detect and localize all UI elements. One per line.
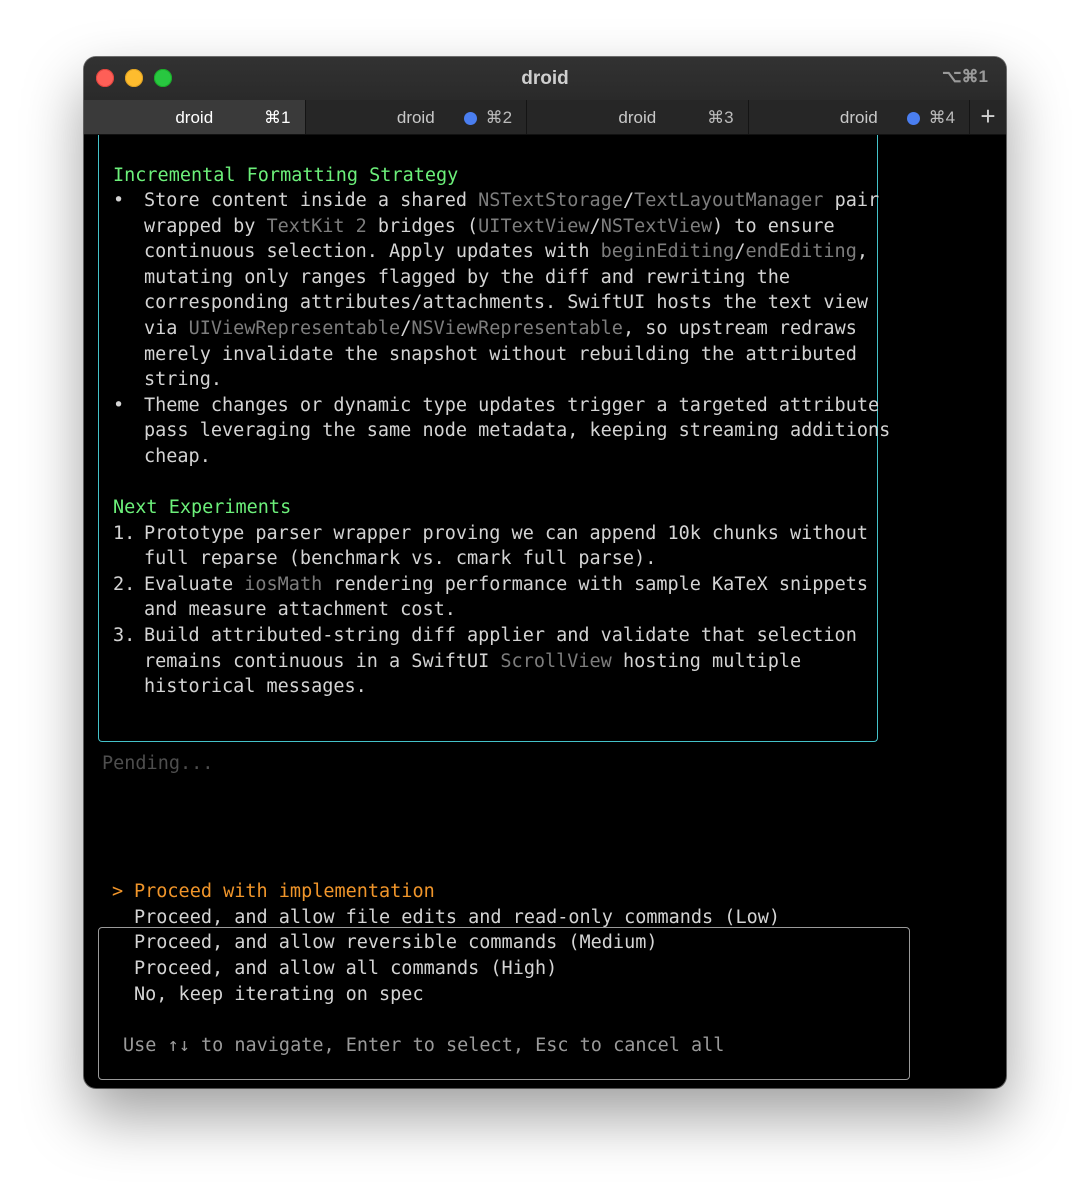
close-button[interactable]: [96, 69, 114, 87]
text-line: Prototype parser wrapper proving we can …: [144, 523, 868, 544]
inline-code: NSTextView: [600, 216, 713, 237]
text-line: merely invalidate the snapshot without r…: [144, 344, 857, 365]
option-keep-iterating[interactable]: No, keep iterating on spec: [134, 982, 424, 1008]
list-number: 3.: [113, 625, 136, 646]
text-line: remains continuous in a SwiftUI ScrollVi…: [144, 651, 802, 672]
tab-3[interactable]: droid ⌘3: [527, 100, 749, 134]
inline-code: NSTextStorage: [478, 190, 623, 211]
tab-shortcut: ⌘4: [928, 108, 956, 127]
text-line: wrapped by TextKit 2 bridges (UITextView…: [144, 216, 835, 237]
inline-code: iosMath: [244, 574, 323, 595]
activity-dot-icon: [907, 112, 921, 125]
text-line: corresponding attributes/attachments. Sw…: [144, 292, 868, 313]
option-proceed-high[interactable]: Proceed, and allow all commands (High): [134, 956, 557, 982]
tab-shortcut: ⌘1: [264, 108, 291, 127]
text-line: via UIViewRepresentable/NSViewRepresenta…: [144, 318, 857, 339]
inline-code: endEditing: [745, 241, 857, 262]
window-controls: [96, 69, 172, 87]
bullet-marker: •: [113, 395, 125, 416]
option-proceed-low[interactable]: Proceed, and allow file edits and read-o…: [134, 905, 780, 931]
pending-status: Pending...: [102, 753, 214, 774]
tab-2[interactable]: droid ⌘2: [305, 100, 528, 134]
tab-1[interactable]: droid ⌘1: [84, 100, 306, 134]
section-heading: Incremental Formatting Strategy: [113, 165, 459, 186]
new-tab-button[interactable]: +: [970, 100, 1006, 134]
inline-code: NSViewRepresentable: [411, 318, 623, 339]
list-number: 1.: [113, 523, 136, 544]
inline-code: UITextView: [478, 216, 590, 237]
text-line: historical messages.: [144, 676, 367, 697]
text-line: Build attributed-string diff applier and…: [144, 625, 857, 646]
bullet-marker: •: [113, 190, 125, 211]
zoom-button[interactable]: [154, 69, 172, 87]
text-line: Store content inside a shared NSTextStor…: [144, 190, 880, 211]
text-line: full reparse (benchmark vs. cmark full p…: [144, 548, 657, 569]
inline-code: TextKit 2: [266, 216, 367, 237]
tab-shortcut: ⌘3: [707, 108, 734, 127]
section-heading: Next Experiments: [113, 497, 292, 518]
terminal-window: droid ⌥⌘1 droid ⌘1 droid ⌘2 droid ⌘3 dro…: [84, 57, 1006, 1088]
list-number: 2.: [113, 574, 136, 595]
navigation-hint: Use ↑↓ to navigate, Enter to select, Esc…: [123, 1035, 725, 1056]
window-title: droid: [521, 67, 569, 89]
text-line: Theme changes or dynamic type updates tr…: [144, 395, 880, 416]
option-proceed-medium[interactable]: Proceed, and allow reversible commands (…: [134, 930, 657, 956]
tab-bar: droid ⌘1 droid ⌘2 droid ⌘3 droid ⌘4 +: [84, 100, 1006, 135]
window-shortcut: ⌥⌘1: [941, 67, 988, 86]
minimize-button[interactable]: [125, 69, 143, 87]
tab-shortcut: ⌘2: [485, 108, 513, 127]
selection-cursor: >: [112, 881, 124, 902]
text-line: and measure attachment cost.: [144, 599, 456, 620]
terminal-content[interactable]: Incremental Formatting Strategy • Store …: [84, 135, 1006, 1088]
title-bar[interactable]: droid ⌥⌘1: [84, 57, 1006, 100]
text-line: mutating only ranges flagged by the diff…: [144, 267, 791, 288]
inline-code: UIViewRepresentable: [188, 318, 401, 339]
text-line: string.: [144, 369, 222, 390]
inline-code: TextLayoutManager: [634, 190, 824, 211]
text-line: Evaluate iosMath rendering performance w…: [144, 574, 868, 595]
text-line: continuous selection. Apply updates with…: [144, 241, 868, 262]
inline-code: beginEditing: [600, 241, 735, 262]
option-proceed[interactable]: Proceed with implementation: [134, 879, 435, 905]
activity-dot-icon: [464, 112, 478, 125]
text-line: pass leveraging the same node metadata, …: [144, 420, 891, 441]
tab-4[interactable]: droid ⌘4: [748, 100, 971, 134]
text-line: cheap.: [144, 446, 211, 467]
inline-code: ScrollView: [500, 651, 612, 672]
